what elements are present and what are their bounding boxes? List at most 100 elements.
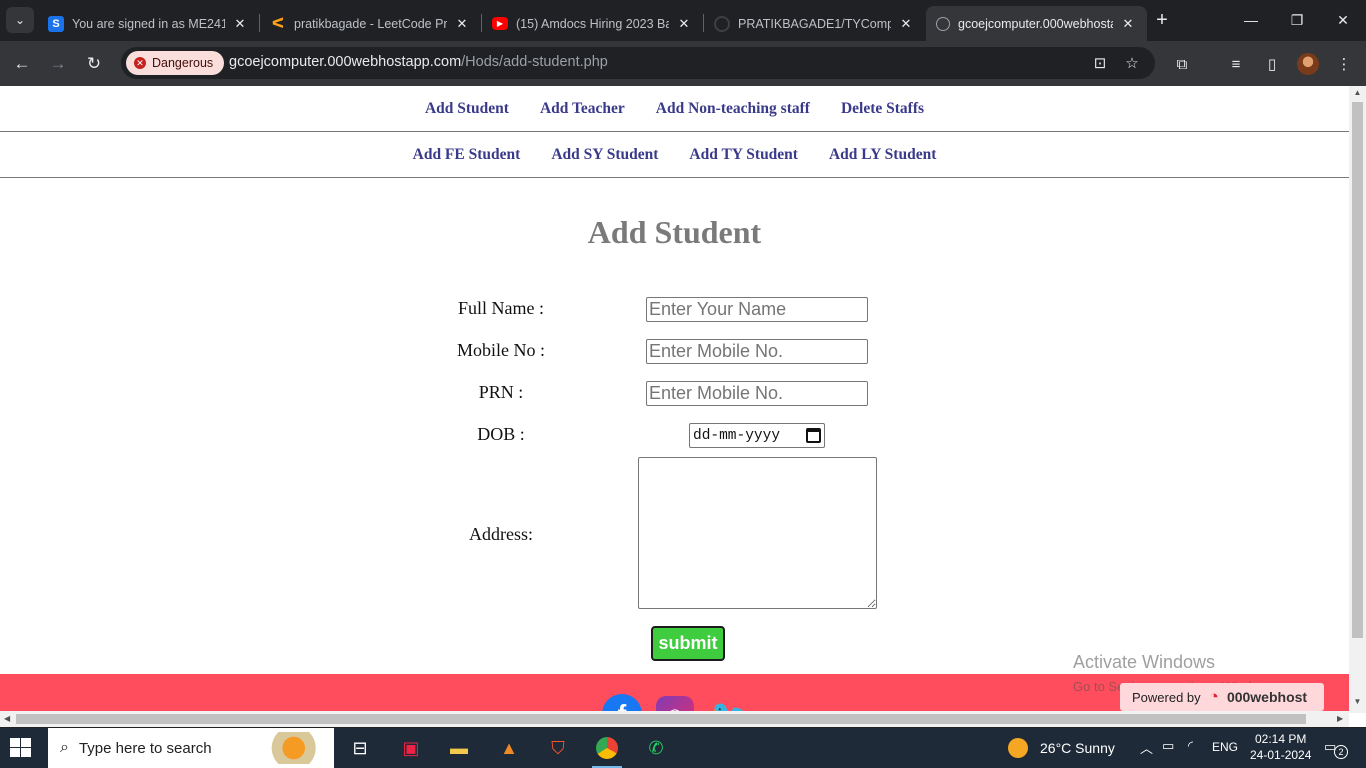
nav-add-teacher[interactable]: Add Teacher [540, 100, 625, 118]
address-textarea[interactable] [638, 457, 877, 609]
menu-kebab-icon[interactable]: ⋮ [1331, 51, 1357, 77]
show-hidden-icons-chevron-icon[interactable]: ︿ [1140, 738, 1153, 757]
browser-tab-active[interactable]: gcoejcomputer.000webhosta ✕ [926, 6, 1147, 41]
vlc-icon[interactable]: ▲ [494, 734, 524, 762]
tab-title: You are signed in as ME2415 [72, 16, 225, 31]
nav-add-sy-student[interactable]: Add SY Student [551, 146, 658, 164]
nav-add-ty-student[interactable]: Add TY Student [689, 146, 798, 164]
file-explorer-icon[interactable]: ▬ [444, 734, 474, 762]
security-chip-label: Dangerous [152, 56, 214, 70]
search-highlight-image [264, 732, 330, 764]
battery-icon[interactable]: ▭ [1162, 738, 1174, 754]
tab-title: PRATIKBAGADE1/TYCompW [738, 16, 891, 31]
restore-button[interactable]: ❐ [1274, 6, 1320, 34]
profile-avatar[interactable] [1297, 53, 1319, 75]
bookmark-star-icon[interactable]: ☆ [1121, 52, 1143, 74]
side-panel-icon[interactable]: ▯ [1259, 51, 1285, 77]
scroll-left-arrow[interactable]: ◀ [4, 714, 10, 723]
github-icon [714, 15, 730, 32]
youtube-icon: ▶ [492, 17, 508, 30]
dob-label: DOB : [477, 424, 525, 444]
nav-add-student[interactable]: Add Student [425, 100, 509, 118]
task-view-icon[interactable]: ⊟ [345, 734, 375, 762]
browser-tab[interactable]: ᐸ pratikbagade - LeetCode Pro ✕ [260, 6, 481, 41]
powered-by-text: Powered by [1132, 689, 1201, 705]
tab-close-icon[interactable]: ✕ [453, 16, 471, 32]
nav-add-fe-student[interactable]: Add FE Student [413, 146, 521, 164]
system-clock[interactable]: 02:14 PM 24-01-2024 [1250, 731, 1311, 763]
tab-close-icon[interactable]: ✕ [897, 16, 915, 32]
extensions-icon[interactable]: ⧉ [1169, 51, 1195, 77]
browser-toolbar: ← → ↻ ✕ Dangerous gcoejcomputer.000webho… [0, 41, 1366, 86]
back-button[interactable]: ← [8, 50, 36, 78]
secondary-nav: Add FE Student Add SY Student Add TY Stu… [0, 132, 1349, 178]
full-name-label: Full Name : [458, 298, 544, 318]
url-host: gcoejcomputer.000webhostapp.com [229, 54, 462, 70]
video-recorder-icon[interactable]: ▣ [396, 734, 426, 762]
address-bar[interactable]: ✕ Dangerous gcoejcomputer.000webhostapp.… [121, 47, 1155, 79]
nav-add-non-teaching-staff[interactable]: Add Non-teaching staff [656, 100, 810, 118]
security-warning-chip[interactable]: ✕ Dangerous [126, 51, 225, 75]
wifi-icon[interactable]: ◜ [1188, 738, 1193, 754]
dob-date-input[interactable]: dd-mm-yyyy [689, 423, 825, 448]
page-title: Add Student [587, 214, 762, 250]
horizontal-scrollbar[interactable]: ◀ ▶ [0, 711, 1349, 727]
notification-count-badge: 2 [1334, 745, 1348, 759]
tab-bar: ⌄ S You are signed in as ME2415 ✕ ᐸ prat… [0, 0, 1366, 41]
powered-by-brand: 000webhost [1226, 689, 1308, 705]
tab-title: pratikbagade - LeetCode Pro [294, 16, 447, 31]
browser-tab[interactable]: PRATIKBAGADE1/TYCompW ✕ [704, 6, 925, 41]
nav-delete-staffs[interactable]: Delete Staffs [841, 100, 924, 118]
s-icon: S [48, 15, 64, 32]
tab-search-button[interactable]: ⌄ [6, 7, 34, 33]
calendar-icon[interactable] [806, 428, 821, 443]
browser-tab[interactable]: ▶ (15) Amdocs Hiring 2023 Bat ✕ [482, 6, 703, 41]
language-indicator[interactable]: ENG [1212, 740, 1238, 754]
activate-title: Activate Windows [1073, 652, 1216, 672]
full-name-input[interactable] [646, 297, 868, 322]
reload-button[interactable]: ↻ [80, 50, 108, 78]
tab-close-icon[interactable]: ✕ [1119, 16, 1137, 32]
forward-button[interactable]: → [44, 50, 72, 78]
mobile-input[interactable] [646, 339, 868, 364]
primary-nav: Add Student Add Teacher Add Non-teaching… [0, 86, 1349, 132]
horizontal-scroll-thumb[interactable] [16, 714, 1306, 724]
whatsapp-icon[interactable]: ✆ [641, 734, 671, 762]
tab-close-icon[interactable]: ✕ [231, 16, 249, 32]
url-text[interactable]: gcoejcomputer.000webhostapp.com/Hods/add… [229, 54, 608, 70]
clock-time: 02:14 PM [1255, 732, 1307, 746]
url-path: /Hods/add-student.php [461, 54, 608, 70]
nav-add-ly-student[interactable]: Add LY Student [829, 146, 936, 164]
close-window-button[interactable]: ✕ [1320, 6, 1366, 34]
notifications-icon[interactable]: ▭ 2 [1324, 739, 1348, 759]
minimize-button[interactable]: — [1228, 6, 1274, 34]
media-controls-icon[interactable]: ≡ [1223, 51, 1249, 77]
taskbar-search[interactable]: ⌕ Type here to search [48, 728, 334, 768]
translate-icon[interactable]: ⊡ [1089, 52, 1111, 74]
weather-text: 26°C Sunny [1040, 740, 1115, 756]
page-viewport: Add Student Add Teacher Add Non-teaching… [0, 86, 1366, 727]
brave-icon[interactable]: ⛉ [543, 734, 573, 762]
vertical-scrollbar[interactable]: ▲ ▼ [1349, 86, 1366, 713]
powered-by-badge[interactable]: Powered by ◔ 000webhost [1120, 683, 1324, 711]
tab-close-icon[interactable]: ✕ [675, 16, 693, 32]
scroll-down-arrow[interactable]: ▼ [1349, 697, 1366, 706]
vertical-scroll-thumb[interactable] [1352, 102, 1363, 638]
tab-title: gcoejcomputer.000webhosta [958, 16, 1113, 31]
windows-start-icon[interactable] [10, 738, 32, 758]
browser-tab[interactable]: S You are signed in as ME2415 ✕ [38, 6, 259, 41]
submit-button[interactable]: submit [651, 626, 725, 661]
chrome-icon[interactable] [592, 734, 622, 768]
tab-title: (15) Amdocs Hiring 2023 Bat [516, 16, 669, 31]
search-icon: ⌕ [60, 739, 69, 756]
new-tab-button[interactable]: + [1151, 9, 1173, 31]
windows-taskbar: ⌕ Type here to search ⊟ ▣ ▬ ▲ ⛉ ✆ 26°C S… [0, 728, 1366, 768]
globe-icon [936, 16, 950, 31]
prn-input[interactable] [646, 381, 868, 406]
weather-widget[interactable]: 26°C Sunny [1008, 738, 1115, 758]
leetcode-icon: ᐸ [271, 15, 285, 31]
clock-date: 24-01-2024 [1250, 748, 1312, 762]
scroll-up-arrow[interactable]: ▲ [1349, 88, 1366, 97]
sun-icon [1008, 738, 1028, 758]
scroll-right-arrow[interactable]: ▶ [1337, 714, 1343, 723]
